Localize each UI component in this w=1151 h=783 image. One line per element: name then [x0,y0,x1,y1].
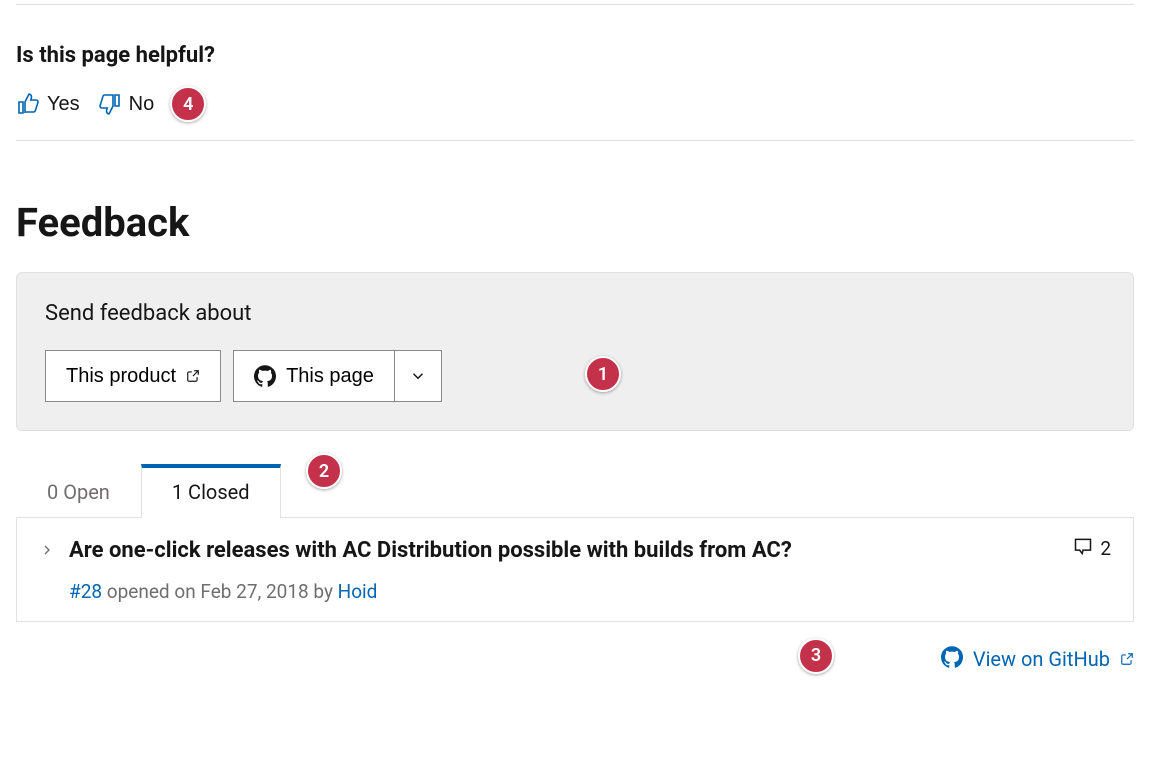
badge-2: 2 [306,453,342,489]
view-on-github-label: View on GitHub [973,647,1110,671]
feedback-heading: Feedback [16,199,1134,246]
send-feedback-card: Send feedback about This product This pa… [16,272,1134,431]
issue-author-link[interactable]: Hoid [338,580,378,603]
external-link-icon [1120,647,1134,671]
external-link-icon [186,369,200,383]
send-feedback-label: Send feedback about [45,301,1105,326]
tab-open[interactable]: 0 Open [16,463,141,518]
this-page-label: This page [286,365,374,388]
this-page-button-group: This page [233,350,442,402]
comment-count[interactable]: 2 [1073,536,1111,561]
issue-opened-text: opened on Feb 27, 2018 by [102,580,338,603]
tab-closed[interactable]: 1 Closed [141,464,281,518]
thumbs-down-icon [98,92,122,116]
thumbs-up-icon [16,92,40,116]
badge-3: 3 [798,638,834,674]
this-product-label: This product [66,365,176,388]
helpful-title: Is this page helpful? [16,43,1134,68]
issue-meta: #28 opened on Feb 27, 2018 by Hoid [69,580,1059,603]
comment-count-number: 2 [1100,537,1111,560]
badge-1: 1 [585,356,621,392]
view-on-github-link[interactable]: View on GitHub [941,646,1134,673]
no-button[interactable]: No [98,92,155,116]
github-icon [941,646,963,673]
this-page-dropdown-button[interactable] [395,350,442,402]
yes-button[interactable]: Yes [16,92,80,116]
comment-icon [1073,536,1093,561]
issue-tabs: 0 Open 1 Closed 2 [16,463,1134,517]
divider-after-helpful [16,140,1134,141]
this-product-button[interactable]: This product [45,350,221,402]
this-page-button[interactable]: This page [233,350,395,402]
no-label: No [129,93,155,116]
divider-top [16,4,1134,5]
issue-item[interactable]: Are one-click releases with AC Distribut… [16,517,1134,622]
yes-label: Yes [47,93,80,116]
badge-4: 4 [170,86,206,122]
chevron-down-icon [409,367,427,385]
chevron-right-icon [39,542,55,562]
issue-number-link[interactable]: #28 [69,580,102,603]
github-icon [254,365,276,387]
issue-title: Are one-click releases with AC Distribut… [69,536,1059,566]
